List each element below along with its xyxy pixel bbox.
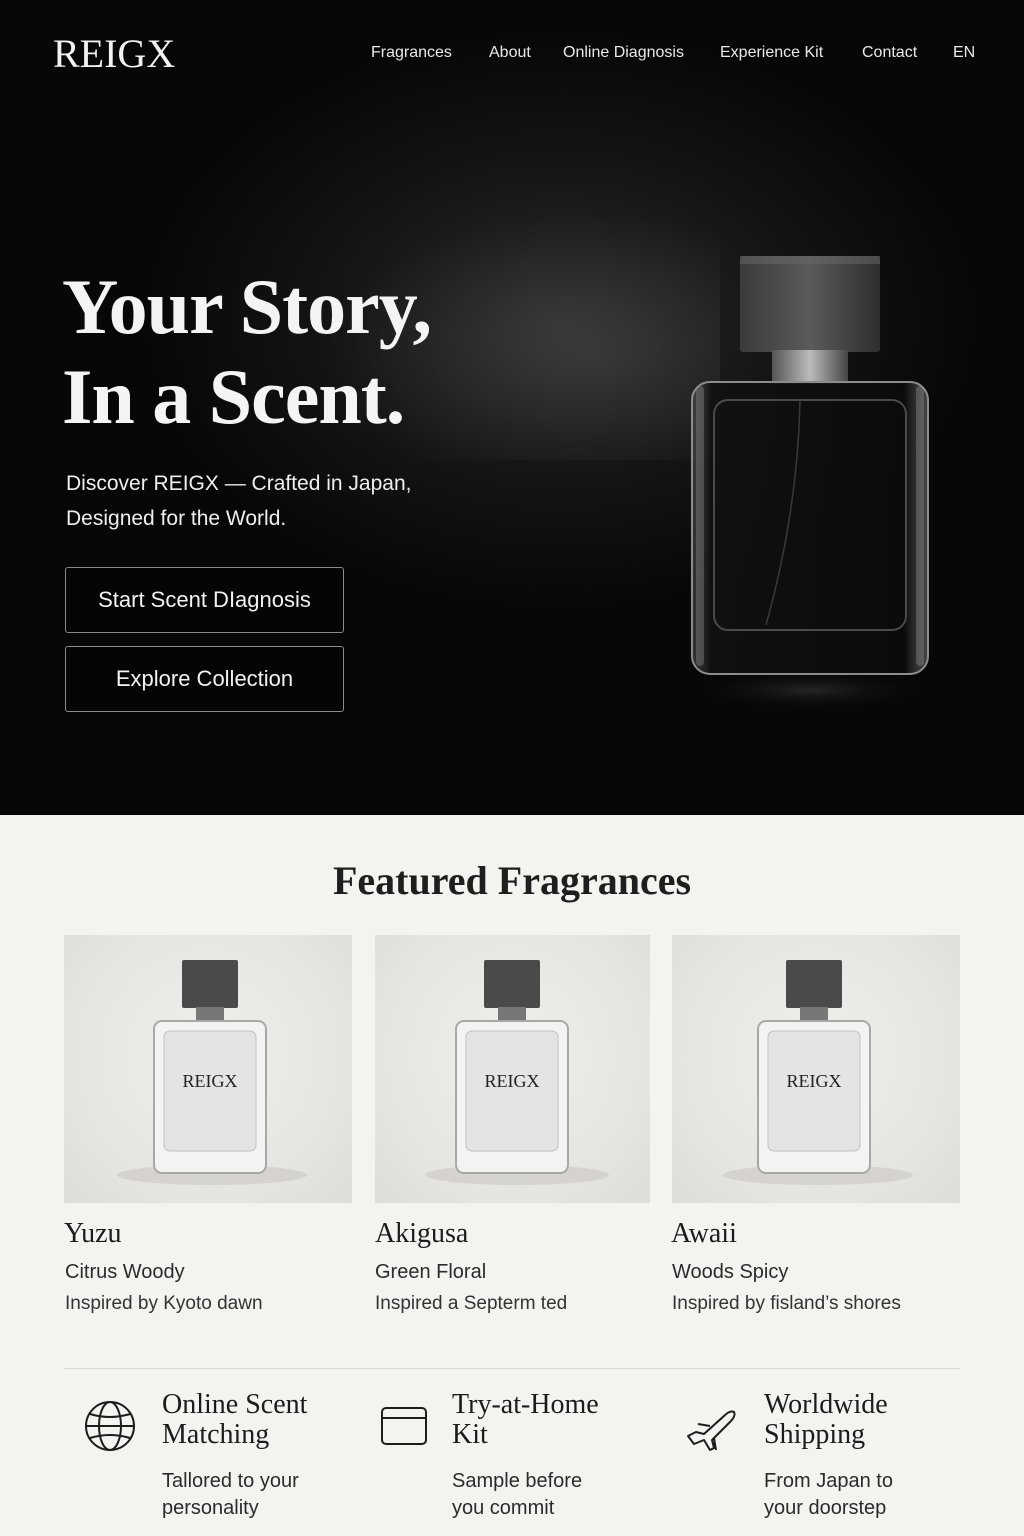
feature-title-line-2: Kit: [452, 1419, 488, 1450]
hero-section: REIGX Fragrances About Online Diagnosis …: [0, 0, 1024, 815]
perfume-bottle-icon: REIGX: [425, 960, 609, 1185]
product-description: Inspired by fisland’s shores: [672, 1293, 901, 1314]
product-type: Citrus Woody: [65, 1261, 185, 1283]
product-type: Green Floral: [375, 1261, 487, 1283]
product-image[interactable]: REIGX: [672, 935, 960, 1203]
feature-title-line-1: Worldwide: [764, 1389, 888, 1420]
product-type: Woods Spicy: [672, 1261, 789, 1283]
featured-title: Featured Fragrances: [332, 858, 692, 903]
box-icon: [381, 1407, 427, 1445]
headline-line-1: Your Story,: [62, 263, 432, 350]
bottle-label: REIGX: [183, 1071, 238, 1091]
feature-title: Worldwide Shipping: [764, 1390, 888, 1450]
feature-title-line-1: Try-at-Home: [452, 1389, 599, 1420]
hero-perfume-bottle-image: [680, 256, 940, 712]
globe-icon: [85, 1401, 135, 1451]
product-description: Inspired by Kyoto dawn: [65, 1293, 263, 1314]
feature-worldwide-shipping: Worldwide Shipping From Japan to your do…: [684, 1390, 984, 1530]
nav-item-contact[interactable]: Contact: [862, 44, 917, 62]
feature-title-line-2: Shipping: [764, 1419, 866, 1450]
bottle-label: REIGX: [485, 1071, 540, 1091]
feature-description: Sample before you commit: [452, 1468, 582, 1522]
feature-desc-line-2: your doorstep: [764, 1497, 887, 1519]
product-image[interactable]: REIGX: [64, 935, 352, 1203]
feature-desc-line-2: personality: [162, 1497, 259, 1519]
language-selector[interactable]: EN: [953, 44, 975, 62]
headline-line-2: In a Scent.: [62, 353, 405, 440]
feature-desc-line-2: you commit: [452, 1497, 555, 1519]
nav-item-fragrances[interactable]: Fragrances: [371, 44, 452, 62]
feature-try-at-home-kit: Try-at-Home Kit Sample before you commit: [378, 1390, 638, 1530]
product-name[interactable]: Yuzu: [64, 1218, 122, 1250]
feature-desc-line-1: From Japan to: [764, 1470, 893, 1492]
bottle-label: REIGX: [787, 1071, 842, 1091]
feature-title-line-1: Online Scent: [162, 1389, 308, 1420]
feature-description: Tallored to your personality: [162, 1468, 299, 1522]
start-diagnosis-button[interactable]: Start Scent DIagnosis: [65, 567, 344, 633]
airplane-icon: [687, 1410, 736, 1451]
feature-title-line-2: Matching: [162, 1419, 270, 1450]
subline-line-1: Discover REIGX — Crafted in Japan,: [66, 472, 412, 495]
perfume-bottle-icon: REIGX: [117, 960, 307, 1185]
feature-title: Try-at-Home Kit: [452, 1390, 599, 1450]
product-name[interactable]: Akigusa: [375, 1218, 468, 1250]
feature-online-matching: Online Scent Matching Tallored to your p…: [84, 1390, 344, 1530]
product-name[interactable]: Awaii: [671, 1218, 737, 1250]
feature-description: From Japan to your doorstep: [764, 1468, 893, 1522]
perfume-bottle-icon: REIGX: [723, 960, 913, 1185]
hero-subline: Discover REIGX — Crafted in Japan, Desig…: [66, 466, 411, 536]
section-divider: [64, 1368, 960, 1369]
product-description: Inspired a Septerm ted: [375, 1293, 568, 1314]
main-nav: Fragrances About Online Diagnosis Experi…: [0, 44, 1024, 66]
product-image[interactable]: REIGX: [375, 935, 650, 1203]
feature-title: Online Scent Matching: [162, 1390, 307, 1450]
hero-headline: Your Story, In a Scent.: [62, 262, 432, 442]
feature-desc-line-1: Tallored to your: [162, 1470, 299, 1492]
nav-item-online-diagnosis[interactable]: Online Diagnosis: [563, 44, 684, 62]
explore-collection-button[interactable]: Explore Collection: [65, 646, 344, 712]
feature-desc-line-1: Sample before: [452, 1470, 583, 1492]
nav-item-about[interactable]: About: [489, 44, 531, 62]
subline-line-2: Designed for the World.: [66, 507, 287, 530]
nav-item-experience-kit[interactable]: Experience Kit: [720, 44, 823, 62]
